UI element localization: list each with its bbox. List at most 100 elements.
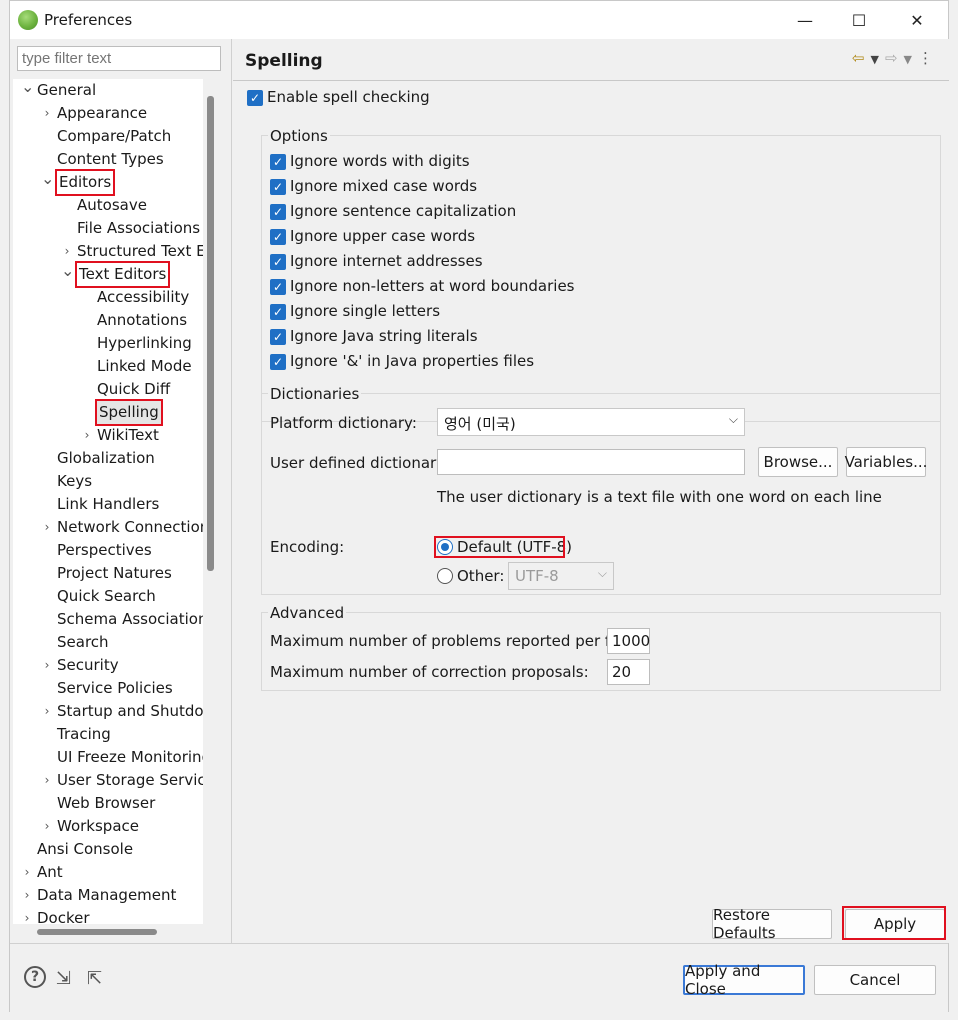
option-checkbox[interactable]: ✓: [270, 304, 286, 320]
apply-highlight-box: [842, 906, 946, 940]
collapse-arrow-icon[interactable]: ›: [21, 861, 33, 884]
preference-page: Spelling ⇦▼⇨▼⋮ ✓ Enable spell checking O…: [233, 39, 949, 943]
preference-tree-pane: ⌄General›AppearanceCompare/PatchContent …: [10, 39, 232, 943]
option-checkbox[interactable]: ✓: [270, 229, 286, 245]
tree-item[interactable]: User Storage Service: [57, 769, 203, 792]
forward-menu-icon[interactable]: ▼: [904, 53, 918, 66]
expand-arrow-icon[interactable]: ⌄: [61, 263, 74, 286]
tree-item[interactable]: Security: [57, 654, 119, 677]
user-dictionary-hint: The user dictionary is a text file with …: [437, 488, 882, 506]
option-checkbox[interactable]: ✓: [270, 329, 286, 345]
collapse-arrow-icon[interactable]: ›: [41, 654, 53, 677]
tree-item[interactable]: Globalization: [57, 447, 155, 470]
tree-item[interactable]: Annotations: [97, 309, 187, 332]
tree-horizontal-scrollbar[interactable]: [37, 929, 157, 935]
encoding-other-radio[interactable]: [437, 568, 453, 584]
option-label: Ignore '&' in Java properties files: [290, 352, 535, 370]
tree-item[interactable]: Tracing: [57, 723, 111, 746]
tree-item[interactable]: Content Types: [57, 148, 164, 171]
encoding-label: Encoding:: [270, 538, 345, 556]
tree-item[interactable]: Accessibility: [97, 286, 189, 309]
back-menu-icon[interactable]: ▼: [870, 53, 884, 66]
tree-item[interactable]: Docker: [37, 907, 90, 924]
import-icon[interactable]: ⇲: [56, 968, 71, 989]
option-checkbox[interactable]: ✓: [270, 154, 286, 170]
help-icon[interactable]: ?: [24, 966, 46, 988]
forward-arrow-icon[interactable]: ⇨: [885, 49, 904, 67]
option-checkbox[interactable]: ✓: [270, 204, 286, 220]
max-proposals-input[interactable]: 20: [607, 659, 650, 685]
tree-item[interactable]: Link Handlers: [57, 493, 159, 516]
minimize-button[interactable]: —: [782, 5, 828, 35]
variables-button[interactable]: Variables...: [845, 447, 927, 477]
option-checkbox[interactable]: ✓: [270, 179, 286, 195]
option-checkbox[interactable]: ✓: [270, 279, 286, 295]
enable-spell-checkbox[interactable]: ✓: [247, 90, 263, 106]
option-checkbox[interactable]: ✓: [270, 354, 286, 370]
user-dictionary-input[interactable]: [437, 449, 745, 475]
tree-vertical-scrollbar[interactable]: [207, 96, 214, 571]
user-dictionary-label: User defined dictionary:: [270, 454, 450, 472]
tree-item[interactable]: Web Browser: [57, 792, 155, 815]
collapse-arrow-icon[interactable]: ›: [21, 884, 33, 907]
window-title: Preferences: [44, 11, 133, 29]
collapse-arrow-icon[interactable]: ›: [41, 700, 53, 723]
tree-item[interactable]: Startup and Shutdov: [57, 700, 203, 723]
preference-tree[interactable]: ⌄ General › Appearance Compare/Patch Content …: [13, 79, 203, 924]
tree-item[interactable]: WikiText: [97, 424, 159, 447]
filter-input[interactable]: [17, 46, 221, 71]
max-problems-input[interactable]: 1000: [607, 628, 650, 654]
collapse-arrow-icon[interactable]: ›: [21, 907, 33, 924]
apply-and-close-button[interactable]: Apply and Close: [683, 962, 805, 998]
tree-item[interactable]: Network Connection: [57, 516, 203, 539]
option-label: Ignore Java string literals: [290, 327, 478, 345]
tree-item[interactable]: Editors: [54, 169, 116, 196]
cancel-button[interactable]: Cancel: [814, 965, 936, 995]
tree-item[interactable]: Text Editors: [74, 261, 171, 288]
view-menu-icon[interactable]: ⋮: [918, 49, 939, 67]
tree-item[interactable]: Quick Search: [57, 585, 156, 608]
browse-button[interactable]: Browse...: [758, 447, 838, 477]
tree-item[interactable]: Ant: [37, 861, 63, 884]
encoding-other-label: Other:: [457, 567, 505, 585]
tree-item[interactable]: UI Freeze Monitoring: [57, 746, 203, 769]
collapse-arrow-icon[interactable]: ›: [81, 424, 93, 447]
tree-item[interactable]: Compare/Patch: [57, 125, 171, 148]
page-title: Spelling: [245, 51, 323, 71]
expand-arrow-icon[interactable]: ⌄: [41, 171, 54, 194]
option-checkbox[interactable]: ✓: [270, 254, 286, 270]
close-button[interactable]: ✕: [894, 5, 940, 35]
tree-item[interactable]: Keys: [57, 470, 92, 493]
tree-item[interactable]: Search: [57, 631, 109, 654]
max-proposals-label: Maximum number of correction proposals:: [270, 663, 589, 681]
tree-item[interactable]: Service Policies: [57, 677, 173, 700]
tree-item[interactable]: Linked Mode: [97, 355, 192, 378]
collapse-arrow-icon[interactable]: ›: [41, 516, 53, 539]
collapse-arrow-icon[interactable]: ›: [41, 815, 53, 838]
tree-item[interactable]: Spelling: [95, 399, 163, 426]
tree-item[interactable]: Project Natures: [57, 562, 172, 585]
platform-dictionary-select[interactable]: 영어 (미국) ⌵: [437, 408, 745, 436]
restore-defaults-button[interactable]: Restore Defaults: [712, 906, 832, 942]
expand-arrow-icon[interactable]: ⌄: [21, 79, 34, 102]
tree-item[interactable]: Appearance: [57, 102, 147, 125]
tree-item[interactable]: File Associations: [77, 217, 200, 240]
tree-item[interactable]: Workspace: [57, 815, 139, 838]
collapse-arrow-icon[interactable]: ›: [41, 769, 53, 792]
tree-item[interactable]: Structured Text Ec: [77, 240, 203, 263]
tree-item[interactable]: General: [37, 79, 96, 102]
export-icon[interactable]: ⇱: [87, 968, 102, 989]
maximize-button[interactable]: ☐: [836, 5, 882, 35]
tree-item[interactable]: Schema Associations: [57, 608, 203, 631]
collapse-arrow-icon[interactable]: ›: [41, 102, 53, 125]
back-arrow-icon[interactable]: ⇦: [852, 49, 871, 67]
tree-item[interactable]: Quick Diff: [97, 378, 170, 401]
collapse-arrow-icon[interactable]: ›: [61, 240, 73, 263]
tree-item[interactable]: Data Management: [37, 884, 176, 907]
tree-item[interactable]: Autosave: [77, 194, 147, 217]
tree-item[interactable]: Perspectives: [57, 539, 152, 562]
encoding-other-select[interactable]: UTF-8 ⌵: [508, 562, 614, 590]
tree-item[interactable]: Hyperlinking: [97, 332, 192, 355]
tree-item[interactable]: Ansi Console: [37, 838, 133, 861]
chevron-down-icon: ⌵: [597, 566, 607, 580]
